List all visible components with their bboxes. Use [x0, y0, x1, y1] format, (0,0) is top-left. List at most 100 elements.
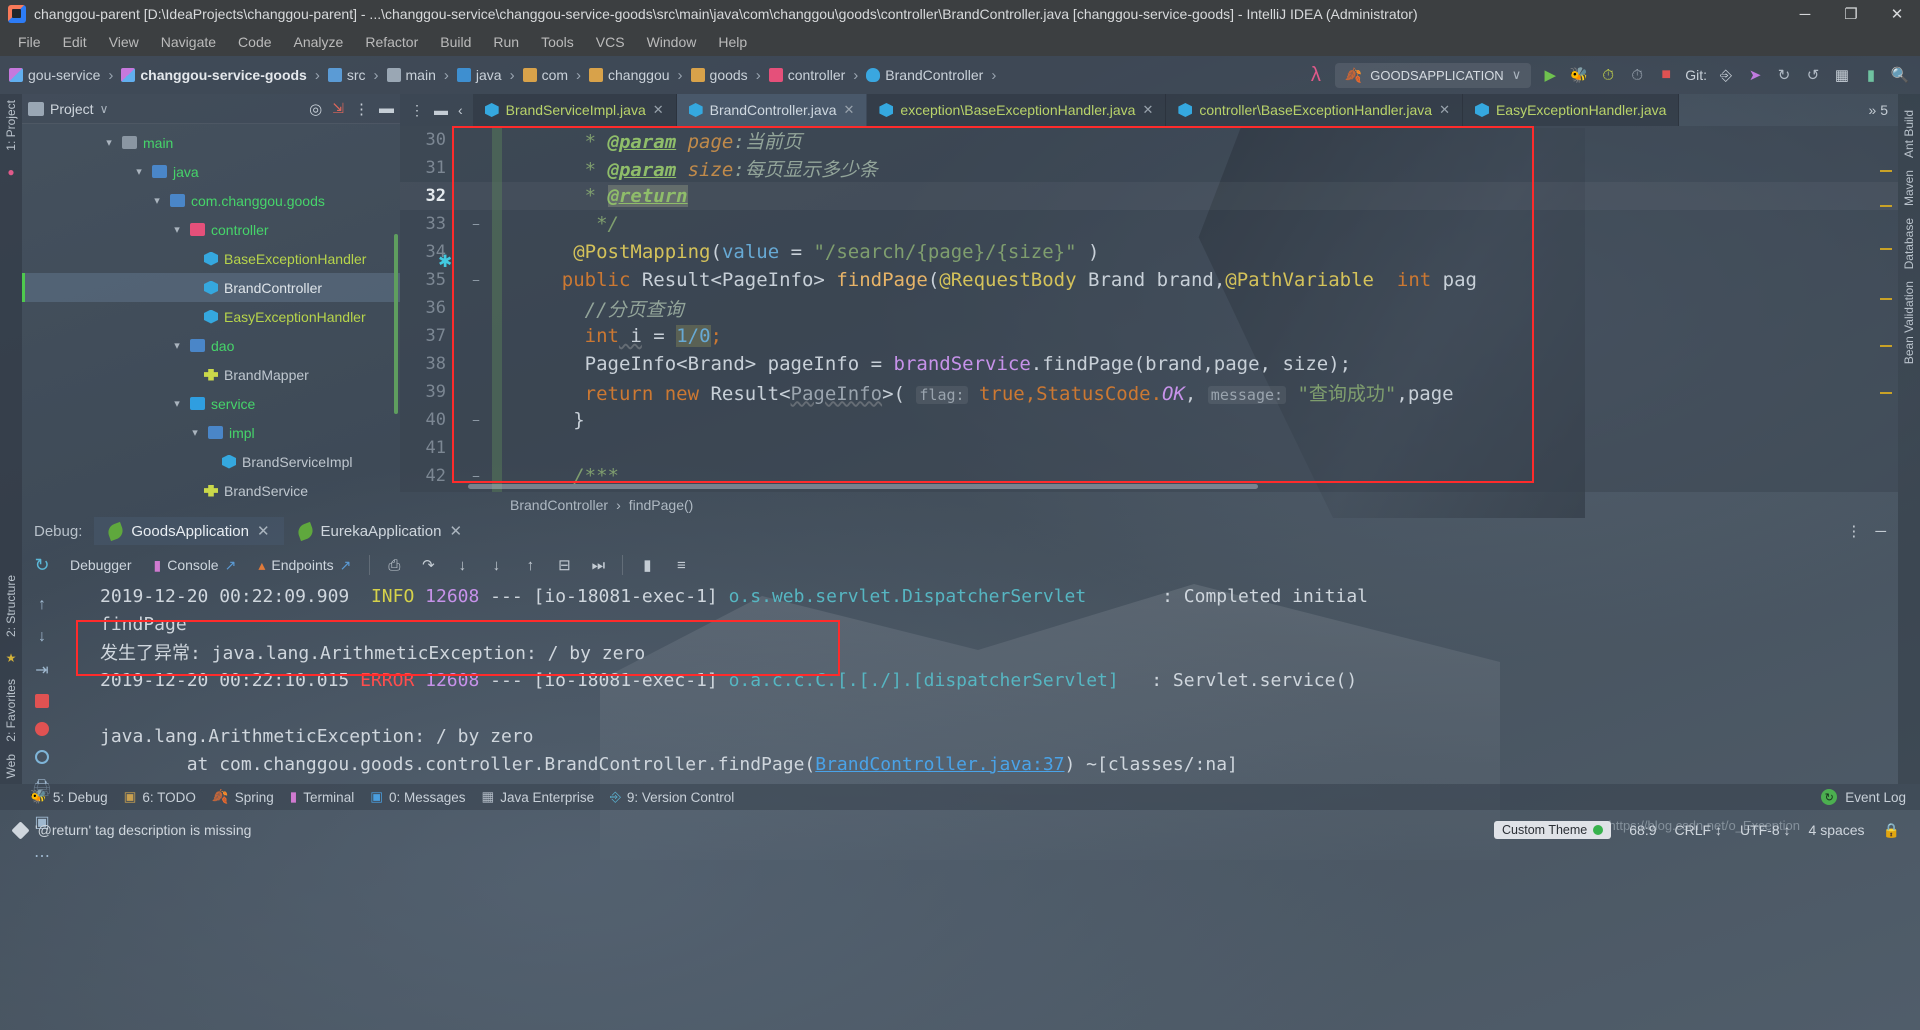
code-line-31[interactable]: 31 * @param size:每页显示多少条: [400, 154, 1898, 182]
code-editor[interactable]: 30 * @param page:当前页 31 * @param size:每页…: [400, 126, 1898, 492]
tree-node-main[interactable]: ▾ main: [22, 128, 400, 157]
tree-node-brandcontroller[interactable]: BrandController: [22, 273, 400, 302]
debug-subtab-console[interactable]: ▮ Console ↗: [150, 555, 241, 576]
editor-tab-controls[interactable]: ⋮ ▬ ‹: [400, 94, 473, 126]
run-coverage-icon[interactable]: ⏱: [1598, 65, 1618, 85]
menu-analyze[interactable]: Analyze: [284, 31, 354, 53]
left-tool-stripe[interactable]: 1: Project ● 2: Structure ★ 2: Favorites…: [0, 94, 22, 784]
editor-breadcrumb-class[interactable]: BrandController: [510, 497, 608, 513]
tree-node-brandservice[interactable]: BrandService: [22, 476, 400, 505]
chevron-down-icon[interactable]: ▾: [170, 397, 184, 410]
lock-icon[interactable]: 🔒: [1883, 822, 1900, 839]
options-icon[interactable]: ⋮: [354, 100, 369, 118]
tool-window-debug[interactable]: 🐝 5: Debug: [30, 789, 108, 805]
sidebar-item-project[interactable]: 1: Project: [4, 94, 18, 157]
menu-build[interactable]: Build: [430, 31, 481, 53]
breadcrumb-item-gou-service[interactable]: gou-service: [4, 65, 105, 85]
rerun-icon[interactable]: ↻: [32, 555, 52, 575]
editor-tab-bar[interactable]: ⋮ ▬ ‹ BrandServiceImpl.java ✕ BrandContr…: [400, 94, 1898, 126]
tree-node-dao[interactable]: ▾ dao: [22, 331, 400, 360]
fold-marker-icon[interactable]: ⎯: [460, 273, 492, 288]
breadcrumb-item-java[interactable]: java: [452, 65, 507, 85]
run-to-cursor-icon[interactable]: ⏭: [588, 555, 608, 575]
code-line-33[interactable]: 33 ⎯ */: [400, 210, 1898, 238]
tree-node-java[interactable]: ▾ java: [22, 157, 400, 186]
debug-tab-eurekaapplication[interactable]: EurekaApplication ✕: [284, 517, 477, 545]
debug-subtab-debugger[interactable]: Debugger: [66, 555, 136, 575]
collapse-all-icon[interactable]: ⇲: [332, 100, 344, 117]
external-link-icon[interactable]: ↗: [225, 557, 237, 574]
breadcrumb-item-com[interactable]: com: [518, 65, 573, 85]
sidebar-item-maven[interactable]: Maven: [1902, 164, 1916, 212]
tool-window-java-enterprise[interactable]: ▦ Java Enterprise: [482, 789, 595, 805]
editor-tab-controller-baseexceptionhandler[interactable]: controller\BaseExceptionHandler.java ✕: [1166, 94, 1463, 126]
code-line-38[interactable]: 38 PageInfo<Brand> pageInfo = brandServi…: [400, 350, 1898, 378]
hide-icon[interactable]: ─: [1875, 523, 1886, 540]
menu-file[interactable]: File: [8, 31, 51, 53]
debug-tool-window[interactable]: Debug: GoodsApplication ✕ EurekaApplicat…: [22, 514, 1898, 784]
git-rollback-icon[interactable]: ↺: [1803, 65, 1823, 85]
minimize-button[interactable]: ─: [1782, 0, 1828, 28]
step-over-icon[interactable]: ↷: [418, 555, 438, 575]
breadcrumb-item-controller[interactable]: controller: [764, 65, 851, 85]
breakpoint-icon[interactable]: ✱: [438, 252, 456, 271]
breadcrumb-item-main[interactable]: main: [382, 65, 441, 85]
previous-tab-icon[interactable]: ‹: [458, 102, 463, 118]
tree-node-brandserviceimpl[interactable]: BrandServiceImpl: [22, 447, 400, 476]
event-log-label[interactable]: Event Log: [1845, 790, 1906, 805]
search-everywhere-icon[interactable]: 🔍: [1890, 65, 1910, 85]
tool-window-todo[interactable]: ▣ 6: TODO: [124, 789, 196, 805]
editor-tab-brandcontroller[interactable]: BrandController.java ✕: [676, 94, 868, 126]
run-configuration-selector[interactable]: 🍂 GOODSAPPLICATION ∨: [1334, 62, 1532, 88]
code-line-39[interactable]: 39 return new Result<PageInfo>( flag: tr…: [400, 378, 1898, 406]
code-line-34[interactable]: 34 @PostMapping(value = "/search/{page}/…: [400, 238, 1898, 266]
window-controls[interactable]: ─ ❐ ✕: [1782, 0, 1920, 28]
close-icon[interactable]: ✕: [1439, 102, 1450, 118]
menu-vcs[interactable]: VCS: [586, 31, 635, 53]
breadcrumb-item-src[interactable]: src: [323, 65, 371, 85]
project-panel-title-group[interactable]: Project ∨: [28, 101, 108, 117]
stop-icon[interactable]: ■: [1656, 65, 1676, 85]
evaluate-icon[interactable]: ▮: [637, 555, 657, 575]
sidebar-item-bean-validation[interactable]: Bean Validation: [1902, 275, 1916, 370]
encoding-indicator[interactable]: UTF-8 ↕: [1740, 822, 1791, 838]
sidebar-item-ant-build[interactable]: Ant Build: [1902, 104, 1916, 164]
tree-node-baseexceptionhandler[interactable]: BaseExceptionHandler: [22, 244, 400, 273]
project-panel-actions[interactable]: ◎ ⇲ ⋮ ▬: [309, 100, 394, 118]
chevron-down-icon[interactable]: ▾: [102, 136, 116, 149]
debug-icon[interactable]: 🐝: [1569, 65, 1589, 85]
menu-window[interactable]: Window: [637, 31, 707, 53]
debug-toolbar[interactable]: ↻ Debugger ▮ Console ↗ ▴ Endpoints ↗ ⎙ ↷…: [22, 548, 1898, 582]
chevron-down-icon[interactable]: ▾: [132, 165, 146, 178]
hide-icon[interactable]: ▬: [434, 102, 448, 118]
close-button[interactable]: ✕: [1874, 0, 1920, 28]
menu-edit[interactable]: Edit: [53, 31, 97, 53]
maximize-button[interactable]: ❐: [1828, 0, 1874, 28]
sidebar-item-favorites[interactable]: 2: Favorites: [4, 673, 18, 748]
editor-horizontal-scrollbar[interactable]: [468, 484, 1258, 489]
close-icon[interactable]: ✕: [653, 102, 664, 118]
mute-breakpoints-icon[interactable]: ⎙: [384, 555, 404, 575]
stop-icon[interactable]: [31, 694, 53, 708]
rerun-icon[interactable]: [31, 722, 53, 736]
settings-icon[interactable]: ≡: [671, 555, 691, 575]
code-line-35[interactable]: 35 ⎯ public Result<PageInfo> findPage(@R…: [400, 266, 1898, 294]
sidebar-item-database[interactable]: Database: [1902, 212, 1916, 275]
hide-icon[interactable]: ▬: [379, 100, 394, 117]
tree-node-com-changgou-goods[interactable]: ▾ com.changgou.goods: [22, 186, 400, 215]
breadcrumb-item-changgou-service-goods[interactable]: changgou-service-goods: [116, 65, 311, 85]
drop-frame-icon[interactable]: ⊟: [554, 555, 574, 575]
menu-run[interactable]: Run: [483, 31, 529, 53]
close-icon[interactable]: ✕: [257, 522, 270, 540]
fold-marker-icon[interactable]: ⎯: [460, 413, 492, 428]
layout-icon[interactable]: ▦: [1832, 65, 1852, 85]
caret-position[interactable]: 68:9: [1629, 822, 1656, 838]
chevron-down-icon[interactable]: ▾: [150, 194, 164, 207]
profile-icon[interactable]: ⏱: [1627, 65, 1647, 85]
scroll-down-icon[interactable]: ↓: [31, 628, 53, 646]
close-icon[interactable]: ✕: [1142, 102, 1153, 118]
menu-tools[interactable]: Tools: [531, 31, 584, 53]
right-tool-stripe[interactable]: Ant Build Maven Database Bean Validation: [1898, 94, 1920, 784]
event-log-group[interactable]: ↻ Event Log: [1821, 789, 1920, 805]
soft-wrap-icon[interactable]: ⇥: [31, 660, 53, 680]
